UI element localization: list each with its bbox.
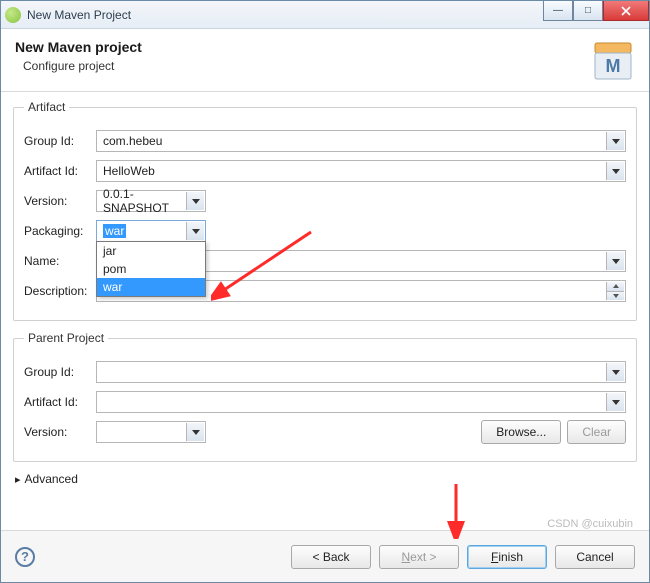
chevron-down-icon[interactable] bbox=[606, 393, 624, 411]
artifact-group: Artifact Group Id: com.hebeu Artifact Id… bbox=[13, 100, 637, 321]
maven-logo-icon: M bbox=[591, 39, 635, 83]
app-icon bbox=[5, 7, 21, 23]
next-button: Next > bbox=[379, 545, 459, 569]
artifact-id-value: HelloWeb bbox=[103, 164, 155, 178]
spin-down-icon[interactable] bbox=[606, 292, 624, 301]
page-subtitle: Configure project bbox=[23, 59, 142, 73]
packaging-option-war[interactable]: war bbox=[97, 278, 205, 296]
page-title: New Maven project bbox=[15, 39, 142, 55]
maximize-button[interactable]: □ bbox=[573, 1, 603, 21]
svg-text:M: M bbox=[606, 56, 621, 76]
artifact-id-label: Artifact Id: bbox=[24, 164, 96, 178]
group-id-value: com.hebeu bbox=[103, 134, 162, 148]
packaging-option-pom[interactable]: pom bbox=[97, 260, 205, 278]
chevron-down-icon[interactable] bbox=[606, 363, 624, 381]
titlebar: New Maven Project — □ bbox=[1, 1, 649, 29]
parent-legend: Parent Project bbox=[24, 331, 108, 345]
watermark: CSDN @cuixubin bbox=[547, 518, 633, 530]
name-label: Name: bbox=[24, 254, 96, 268]
wizard-header: New Maven project Configure project M bbox=[1, 29, 649, 92]
parent-artifact-id-input[interactable] bbox=[96, 391, 626, 413]
parent-group-id-label: Group Id: bbox=[24, 365, 96, 379]
artifact-id-input[interactable]: HelloWeb bbox=[96, 160, 626, 182]
artifact-legend: Artifact bbox=[24, 100, 69, 114]
help-icon[interactable]: ? bbox=[15, 547, 35, 567]
spin-up-icon[interactable] bbox=[606, 282, 624, 292]
finish-button[interactable]: Finish bbox=[467, 545, 547, 569]
group-id-label: Group Id: bbox=[24, 134, 96, 148]
version-input[interactable]: 0.0.1-SNAPSHOT bbox=[96, 190, 206, 212]
wizard-body: Artifact Group Id: com.hebeu Artifact Id… bbox=[1, 92, 649, 500]
group-id-input[interactable]: com.hebeu bbox=[96, 130, 626, 152]
wizard-footer: ? < Back Next > Finish Cancel bbox=[1, 530, 649, 582]
parent-artifact-id-label: Artifact Id: bbox=[24, 395, 96, 409]
advanced-expander[interactable]: Advanced bbox=[15, 472, 635, 486]
chevron-down-icon[interactable] bbox=[606, 132, 624, 150]
close-button[interactable] bbox=[603, 1, 649, 21]
packaging-value: war bbox=[103, 224, 126, 238]
browse-button[interactable]: Browse... bbox=[481, 420, 561, 444]
chevron-down-icon[interactable] bbox=[606, 162, 624, 180]
back-button[interactable]: < Back bbox=[291, 545, 371, 569]
advanced-label: Advanced bbox=[25, 472, 78, 486]
chevron-down-icon[interactable] bbox=[186, 192, 204, 210]
chevron-down-icon[interactable] bbox=[186, 423, 204, 441]
window-title: New Maven Project bbox=[27, 8, 131, 22]
packaging-label: Packaging: bbox=[24, 224, 96, 238]
parent-version-input[interactable] bbox=[96, 421, 206, 443]
dialog-window: New Maven Project — □ New Maven project … bbox=[0, 0, 650, 583]
chevron-down-icon[interactable] bbox=[606, 252, 624, 270]
packaging-input[interactable]: war bbox=[96, 220, 206, 242]
chevron-down-icon[interactable] bbox=[186, 222, 204, 240]
clear-button[interactable]: Clear bbox=[567, 420, 626, 444]
parent-group-id-input[interactable] bbox=[96, 361, 626, 383]
close-icon bbox=[621, 6, 631, 16]
parent-version-label: Version: bbox=[24, 425, 96, 439]
parent-project-group: Parent Project Group Id: Artifact Id: Ve… bbox=[13, 331, 637, 462]
minimize-button[interactable]: — bbox=[543, 1, 573, 21]
cancel-button[interactable]: Cancel bbox=[555, 545, 635, 569]
packaging-dropdown: jar pom war bbox=[96, 241, 206, 297]
description-label: Description: bbox=[24, 284, 96, 298]
version-value: 0.0.1-SNAPSHOT bbox=[103, 187, 183, 215]
packaging-option-jar[interactable]: jar bbox=[97, 242, 205, 260]
version-label: Version: bbox=[24, 194, 96, 208]
